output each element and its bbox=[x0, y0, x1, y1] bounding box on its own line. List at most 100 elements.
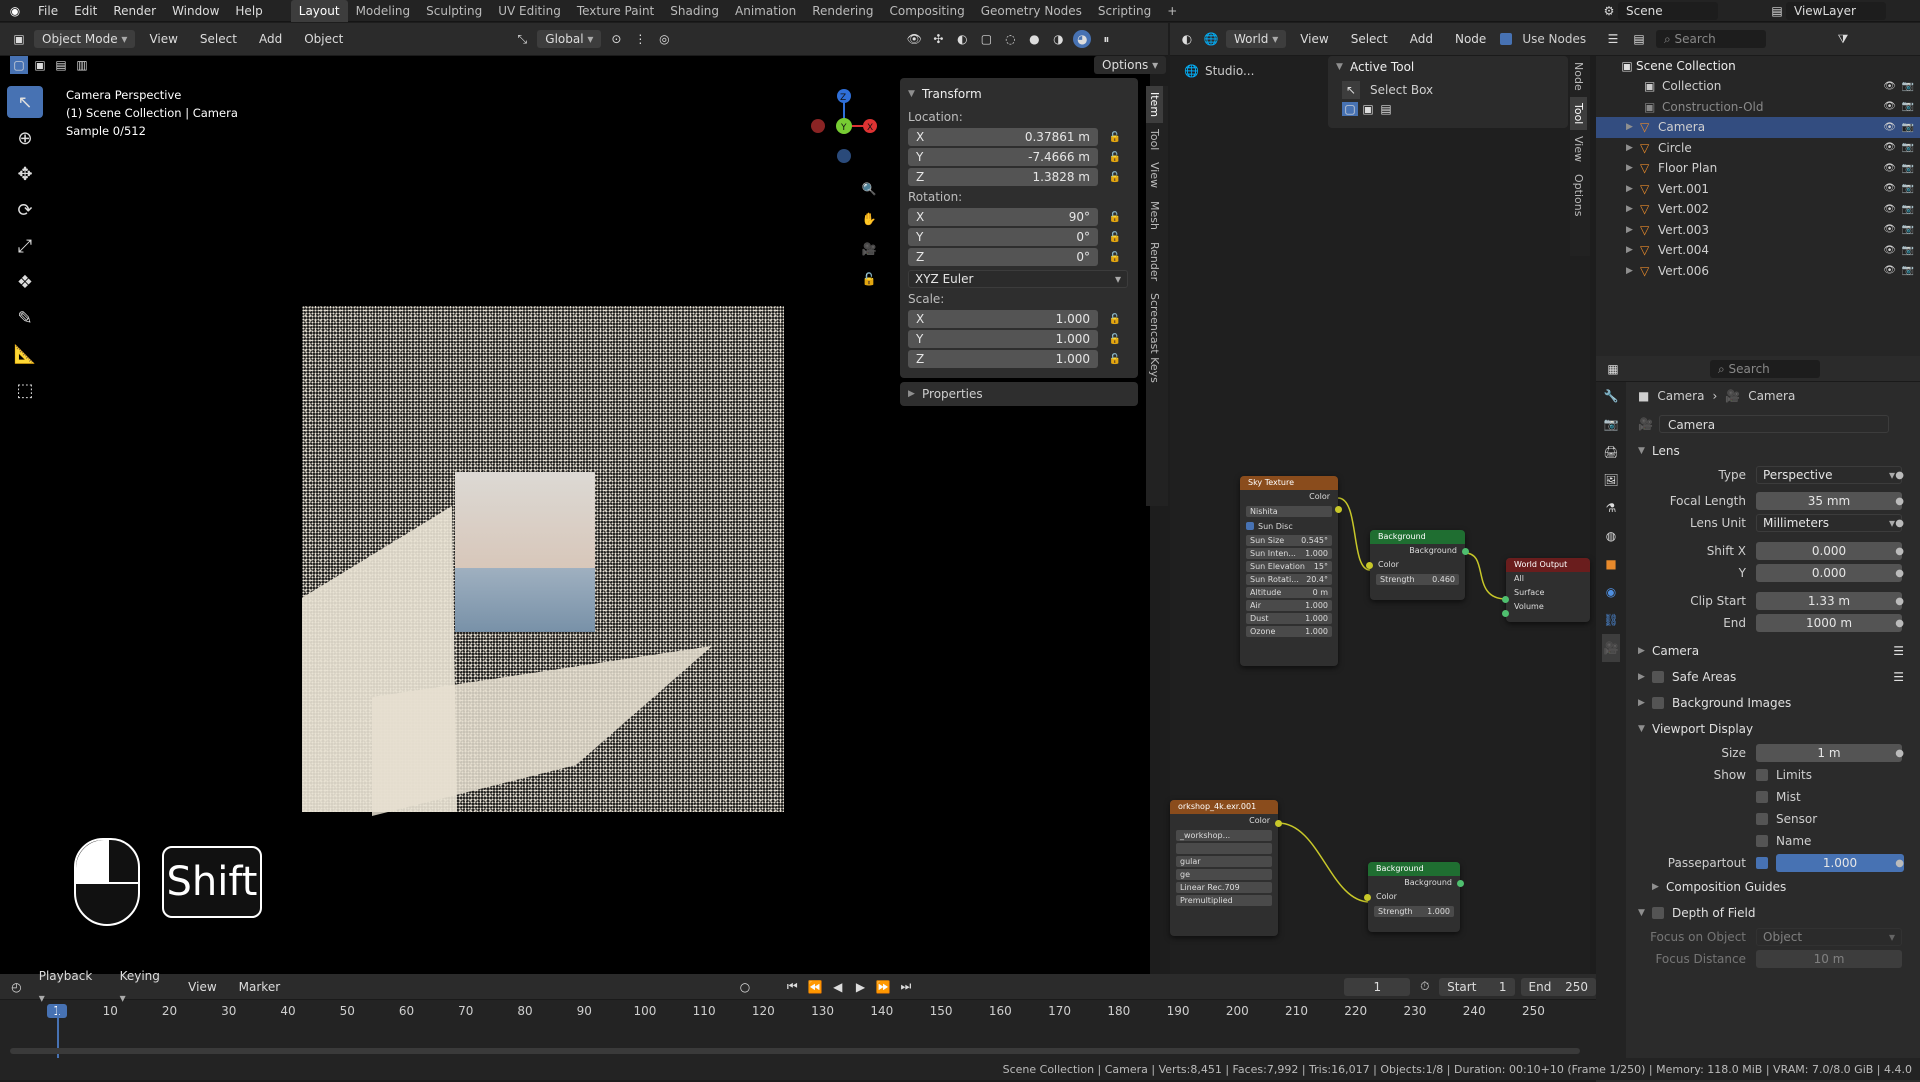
tab-texture-paint[interactable]: Texture Paint bbox=[569, 0, 662, 22]
chevron-right-icon[interactable]: ▶ bbox=[1626, 204, 1640, 214]
tab-geometry-nodes[interactable]: Geometry Nodes bbox=[973, 0, 1090, 22]
list-icon[interactable]: ☰ bbox=[1893, 644, 1904, 658]
transform-tool-icon[interactable]: ❖ bbox=[7, 266, 43, 298]
lens-unit-dropdown[interactable]: Millimeters bbox=[1756, 514, 1902, 532]
lock-icon[interactable]: 🔓 bbox=[1106, 128, 1124, 146]
background-images-section-header[interactable]: ▶ Background Images bbox=[1626, 690, 1920, 716]
background-strength-field[interactable]: Strength 0.460 bbox=[1376, 574, 1459, 585]
frame-ruler[interactable]: 1102030405060708090100110120130140150160… bbox=[0, 1004, 1596, 1024]
menu-render[interactable]: Render bbox=[105, 0, 164, 22]
display-mode-icon[interactable]: ▤ bbox=[1630, 30, 1648, 48]
xray-icon[interactable]: ▢ bbox=[977, 30, 995, 48]
scale-y-field[interactable]: Y 1.000 bbox=[908, 330, 1098, 348]
chevron-right-icon[interactable]: ▶ bbox=[1626, 266, 1640, 276]
focus-distance-field[interactable]: 10 m bbox=[1756, 950, 1902, 968]
tab-item[interactable]: Item bbox=[1146, 86, 1163, 124]
rotate-tool-icon[interactable]: ⟳ bbox=[7, 194, 43, 226]
keyframe-icon[interactable]: ● bbox=[1895, 496, 1904, 507]
outliner-item[interactable]: ▶ ▽ Vert.001 👁 📷 bbox=[1596, 179, 1920, 200]
options-button[interactable]: Options bbox=[1094, 56, 1167, 74]
location-y-field[interactable]: Y -7.4666 m bbox=[908, 148, 1098, 166]
node-menu-select[interactable]: Select bbox=[1343, 28, 1396, 50]
tab-sculpting[interactable]: Sculpting bbox=[418, 0, 490, 22]
menu-marker[interactable]: Marker bbox=[231, 976, 288, 998]
node-menu-node[interactable]: Node bbox=[1447, 28, 1494, 50]
outliner-item[interactable]: ▶ ▽ Floor Plan 👁 📷 bbox=[1596, 158, 1920, 179]
shading-material-icon[interactable]: ◑ bbox=[1049, 30, 1067, 48]
camera-render-icon[interactable]: 📷 bbox=[1902, 224, 1914, 235]
keyframe-icon[interactable]: ● bbox=[1895, 858, 1904, 869]
chevron-right-icon[interactable]: ▶ bbox=[1626, 184, 1640, 194]
background-images-checkbox[interactable] bbox=[1652, 697, 1664, 709]
name-checkbox[interactable] bbox=[1756, 835, 1768, 847]
chevron-right-icon[interactable]: ▶ bbox=[1626, 163, 1640, 173]
eye-icon[interactable]: 👁 bbox=[1883, 245, 1896, 256]
safe-areas-checkbox[interactable] bbox=[1652, 671, 1664, 683]
focus-object-field[interactable]: Object bbox=[1756, 928, 1902, 946]
overlay-icon[interactable]: ◐ bbox=[953, 30, 971, 48]
camera-data-tab-icon[interactable]: 🎥 bbox=[1602, 634, 1620, 662]
physics-tab-icon[interactable]: ◉ bbox=[1602, 578, 1620, 606]
rotation-y-field[interactable]: Y 0° bbox=[908, 228, 1098, 246]
sky-field[interactable]: Dust 1.000 bbox=[1246, 613, 1332, 624]
eye-icon[interactable]: 👁 bbox=[1883, 224, 1896, 235]
scale-z-field[interactable]: Z 1.000 bbox=[908, 350, 1098, 368]
end-frame-field[interactable]: End 250 bbox=[1520, 977, 1596, 996]
sky-field[interactable]: Altitude 0 m bbox=[1246, 587, 1332, 598]
env-empty-field[interactable] bbox=[1176, 843, 1272, 854]
annotate-tool-icon[interactable]: ✎ bbox=[7, 302, 43, 334]
menu-help[interactable]: Help bbox=[227, 0, 270, 22]
chevron-right-icon[interactable]: ▶ bbox=[1626, 225, 1640, 235]
visibility-icon[interactable]: 👁 bbox=[905, 30, 923, 48]
menu-window[interactable]: Window bbox=[164, 0, 227, 22]
rotation-z-field[interactable]: Z 0° bbox=[908, 248, 1098, 266]
timeline-type-icon[interactable]: ◴ bbox=[8, 978, 25, 996]
env-projection-dropdown[interactable]: ge bbox=[1176, 869, 1272, 880]
menu-object[interactable]: Object bbox=[296, 28, 351, 50]
tab-modeling[interactable]: Modeling bbox=[348, 0, 419, 22]
safe-areas-section-header[interactable]: ▶ Safe Areas ☰ bbox=[1626, 664, 1920, 690]
node-menu-view[interactable]: View bbox=[1292, 28, 1336, 50]
eye-icon[interactable]: 👁 bbox=[1883, 122, 1896, 133]
scene-selector[interactable]: Scene bbox=[1618, 2, 1718, 20]
select-tool-icon[interactable]: ↖ bbox=[7, 86, 43, 118]
eye-icon[interactable]: 👁 bbox=[1883, 81, 1896, 92]
sky-field[interactable]: Ozone 1.000 bbox=[1246, 626, 1332, 637]
jump-start-icon[interactable]: ⏮ bbox=[784, 978, 801, 996]
camera-render-icon[interactable]: 📷 bbox=[1902, 101, 1914, 112]
properties-panel-header[interactable]: ▶ Properties bbox=[900, 382, 1138, 406]
add-cube-tool-icon[interactable]: ⬚ bbox=[7, 374, 43, 406]
select-subtract-icon[interactable]: ▤ bbox=[52, 56, 70, 74]
rotation-x-field[interactable]: X 90° bbox=[908, 208, 1098, 226]
tab-rendering[interactable]: Rendering bbox=[804, 0, 881, 22]
play-icon[interactable]: ▶ bbox=[852, 978, 869, 996]
tab-scripting[interactable]: Scripting bbox=[1090, 0, 1159, 22]
surface-socket[interactable] bbox=[1502, 596, 1509, 603]
next-keyframe-icon[interactable]: ⏩ bbox=[875, 978, 892, 996]
composition-guides-header[interactable]: ▶ Composition Guides bbox=[1626, 874, 1920, 900]
clip-start-field[interactable]: 1.33 m bbox=[1756, 592, 1902, 610]
depth-of-field-section-header[interactable]: ▼ Depth of Field bbox=[1626, 900, 1920, 926]
object-tab-icon[interactable]: ■ bbox=[1602, 550, 1620, 578]
pan-hand-icon[interactable]: ✋ bbox=[860, 204, 878, 234]
camera-view-icon[interactable]: 🎥 bbox=[860, 234, 878, 264]
outliner-item[interactable]: ▶ ▽ Circle 👁 📷 bbox=[1596, 138, 1920, 159]
menu-view[interactable]: View bbox=[141, 28, 185, 50]
tab-tool[interactable]: Tool bbox=[1146, 123, 1163, 156]
background-2-strength-field[interactable]: Strength 1.000 bbox=[1374, 906, 1454, 917]
outliner-item[interactable]: ▶ ▽ Vert.006 👁 📷 bbox=[1596, 261, 1920, 282]
mist-checkbox[interactable] bbox=[1756, 791, 1768, 803]
env-alpha-dropdown[interactable]: Premultiplied bbox=[1176, 895, 1272, 906]
sky-type-dropdown[interactable]: Nishita bbox=[1246, 506, 1332, 517]
rotation-mode-dropdown[interactable]: XYZ Euler bbox=[908, 270, 1128, 288]
lock-icon[interactable]: 🔓 bbox=[1106, 148, 1124, 166]
chevron-right-icon[interactable]: ▶ bbox=[1626, 122, 1640, 132]
tab-render[interactable]: Render bbox=[1146, 236, 1163, 287]
env-image-selector[interactable]: _workshop... bbox=[1176, 830, 1272, 841]
keyframe-icon[interactable]: ● bbox=[1895, 618, 1904, 629]
zoom-icon[interactable]: 🔍 bbox=[860, 174, 878, 204]
keyframe-icon[interactable]: ● bbox=[1895, 546, 1904, 557]
outliner-item[interactable]: ▶ ▽ Vert.004 👁 📷 bbox=[1596, 240, 1920, 261]
blender-logo-icon[interactable]: ◉ bbox=[6, 2, 24, 20]
mode-selector[interactable]: Object Mode bbox=[34, 30, 136, 48]
